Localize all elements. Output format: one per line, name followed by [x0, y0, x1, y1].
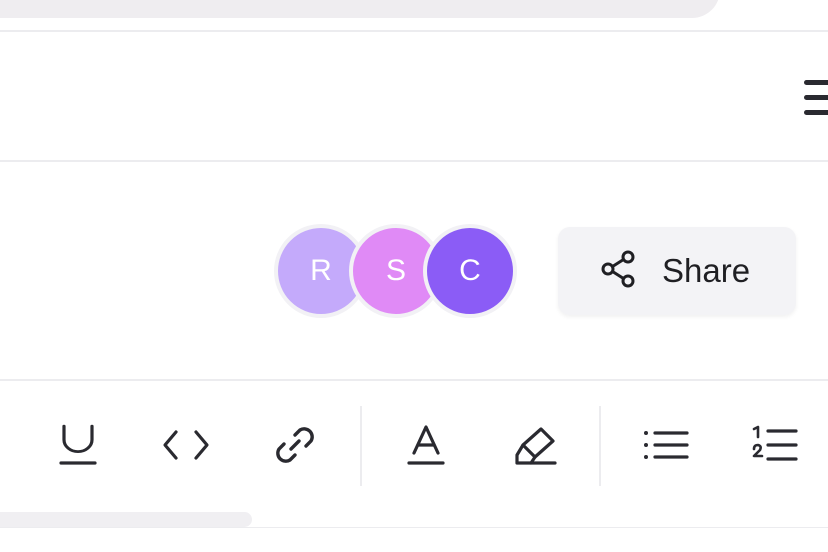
- highlight-button[interactable]: [510, 422, 560, 472]
- avatar-initial: C: [459, 254, 481, 287]
- header-divider: [0, 160, 828, 162]
- underline-button[interactable]: [53, 422, 103, 472]
- share-button[interactable]: Share: [558, 227, 796, 315]
- avatar-initial: R: [310, 254, 332, 287]
- top-bar: [0, 0, 720, 18]
- avatar-initial: S: [385, 254, 406, 287]
- toolbar-separator: [599, 406, 601, 486]
- underline-icon: [54, 421, 102, 474]
- menu-icon[interactable]: [804, 78, 828, 118]
- code-button[interactable]: [161, 422, 211, 472]
- toolbar-separator: [360, 406, 362, 486]
- toolbar-bottom-divider: [0, 527, 828, 528]
- bullet-list-icon: [641, 421, 689, 474]
- bullet-list-button[interactable]: [640, 422, 690, 472]
- numbered-list-icon: [750, 421, 798, 474]
- link-icon: [271, 421, 319, 474]
- highlighter-icon: [511, 421, 559, 474]
- share-label: Share: [662, 252, 751, 289]
- share-icon: [600, 250, 636, 293]
- scrollbar-thumb[interactable]: [0, 512, 252, 527]
- toolbar-top-divider: [0, 379, 828, 381]
- numbered-list-button[interactable]: [749, 422, 799, 472]
- link-button[interactable]: [270, 422, 320, 472]
- code-icon: [162, 421, 210, 474]
- avatar[interactable]: C: [423, 224, 517, 318]
- header-top-divider: [0, 30, 828, 32]
- text-color-button[interactable]: [401, 422, 451, 472]
- text-color-icon: [402, 421, 450, 474]
